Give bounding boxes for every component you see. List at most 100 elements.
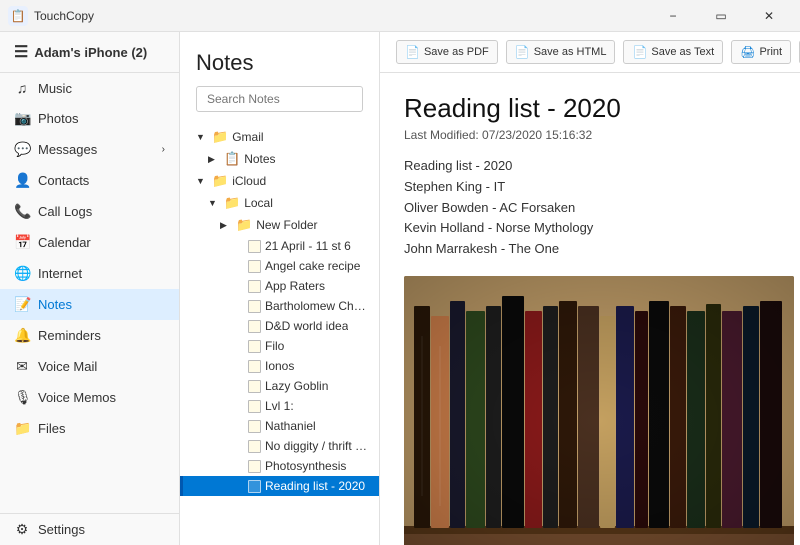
tree-item-gmail[interactable]: ▼ 📁 Gmail [180,126,379,148]
notes-list-panel: Notes ▼ 📁 Gmail ▶ 📋 Notes ▼ 📁 iCloud [180,32,380,545]
tree-item-reading-list[interactable]: Reading list - 2020 [180,476,379,496]
note-body-line-1: Stephen King - IT [404,177,776,198]
tree-item-angel-cake[interactable]: Angel cake recipe [180,256,379,276]
tree-item-bartholomew[interactable]: Bartholomew Chelmswo [180,296,379,316]
calendar-icon: 📅 [14,234,30,251]
sidebar-item-label: Settings [38,522,85,537]
tree-item-label: App Raters [265,279,325,293]
tree-item-app-raters[interactable]: App Raters [180,276,379,296]
tree-item-lvl1[interactable]: Lvl 1: [180,396,379,416]
sidebar-bottom: ⚙ Settings [0,513,179,545]
expand-icon: ▼ [208,198,220,208]
sidebar-item-voice-mail[interactable]: ✉ Voice Mail [0,351,179,382]
tree-item-dnd[interactable]: D&D world idea [180,316,379,336]
sidebar-item-label: Reminders [38,328,101,343]
tree-item-label: Lvl 1: [265,399,294,413]
save-text-button[interactable]: 📄 Save as Text [623,40,723,64]
app-body: ☰ Adam's iPhone (2) ♫ Music 📷 Photos 💬 M… [0,32,800,545]
sidebar-item-music[interactable]: ♫ Music [0,73,179,103]
notes-icon: 📝 [14,296,30,313]
tree-item-no-diggity[interactable]: No diggity / thrift shop [180,436,379,456]
save-pdf-button[interactable]: 📄 Save as PDF [396,40,498,64]
close-button[interactable]: ✕ [746,0,792,32]
tree-item-local[interactable]: ▼ 📁 Local [180,192,379,214]
note-body-line-3: Kevin Holland - Norse Mythology [404,218,776,239]
tree-item-label: 21 April - 11 st 6 [265,239,351,253]
tree-item-icloud[interactable]: ▼ 📁 iCloud [180,170,379,192]
print-button[interactable]: 🖨 Print [731,40,791,64]
note-body: Reading list - 2020 Stephen King - IT Ol… [404,156,776,260]
sidebar-item-label: Contacts [38,173,89,188]
tree-item-label: New Folder [256,218,317,232]
tree-item-gmail-notes[interactable]: ▶ 📋 Notes [180,148,379,170]
notes-list-header: Notes [180,32,379,120]
contacts-icon: 👤 [14,172,30,189]
sidebar-item-label: Notes [38,297,72,312]
folder-icon: 📁 [224,195,240,211]
tree-item-new-folder[interactable]: ▶ 📁 New Folder [180,214,379,236]
print-label: Print [759,46,782,58]
tree-item-lazy-goblin[interactable]: Lazy Goblin [180,376,379,396]
internet-icon: 🌐 [14,265,30,282]
tree-item-filo[interactable]: Filo [180,336,379,356]
hamburger-icon[interactable]: ☰ [14,42,28,62]
sidebar-item-settings[interactable]: ⚙ Settings [0,514,179,545]
sidebar-item-notes[interactable]: 📝 Notes [0,289,179,320]
note-title: Reading list - 2020 [404,93,776,124]
voice-memos-icon: 🎙 [14,389,30,406]
tree-item-label: D&D world idea [265,319,348,333]
sidebar-item-calendar[interactable]: 📅 Calendar [0,227,179,258]
reminders-icon: 🔔 [14,327,30,344]
sidebar-item-call-logs[interactable]: 📞 Call Logs [0,196,179,227]
folder-icon: 📁 [212,173,228,189]
text-icon: 📄 [632,45,647,59]
sidebar-item-messages[interactable]: 💬 Messages › [0,134,179,165]
sidebar-item-files[interactable]: 📁 Files [0,413,179,444]
tree-item-label: Reading list - 2020 [265,479,365,493]
sidebar-item-voice-memos[interactable]: 🎙 Voice Memos [0,382,179,413]
chevron-right-icon: › [162,144,165,155]
minimize-button[interactable]: − [650,0,696,32]
svg-text:📋: 📋 [11,9,26,23]
sidebar-header: ☰ Adam's iPhone (2) [0,32,179,73]
folder-icon: 📁 [212,129,228,145]
subfolder-icon: 📋 [224,151,240,167]
note-image [404,276,794,545]
tree-item-label: Local [244,196,273,210]
tree-item-label: iCloud [232,174,266,188]
note-body-line-4: John Marrakesh - The One [404,239,776,260]
tree-item-21-april[interactable]: 21 April - 11 st 6 [180,236,379,256]
tree-item-label: No diggity / thrift shop [265,439,371,453]
tree-item-ionos[interactable]: Ionos [180,356,379,376]
tree-item-nathaniel[interactable]: Nathaniel [180,416,379,436]
tree-item-label: Nathaniel [265,419,316,433]
sidebar-item-reminders[interactable]: 🔔 Reminders [0,320,179,351]
tree-item-label: Notes [244,152,275,166]
note-body-line-2: Oliver Bowden - AC Forsaken [404,198,776,219]
pdf-icon: 📄 [405,45,420,59]
save-text-label: Save as Text [651,46,714,58]
sidebar-item-internet[interactable]: 🌐 Internet [0,258,179,289]
note-detail-panel: 📄 Save as PDF 📄 Save as HTML 📄 Save as T… [380,32,800,545]
sidebar-item-contacts[interactable]: 👤 Contacts [0,165,179,196]
call-logs-icon: 📞 [14,203,30,220]
messages-icon: 💬 [14,141,30,158]
active-indicator [180,476,183,496]
app-title: TouchCopy [34,9,650,23]
maximize-button[interactable]: ▭ [698,0,744,32]
tree-item-photosynthesis[interactable]: Photosynthesis [180,456,379,476]
search-input[interactable] [196,86,363,112]
voice-mail-icon: ✉ [14,358,30,375]
sidebar-item-label: Calendar [38,235,91,250]
sidebar-item-label: Files [38,421,65,436]
note-toolbar: 📄 Save as PDF 📄 Save as HTML 📄 Save as T… [380,32,800,73]
html-icon: 📄 [515,45,530,59]
folder-icon: 📁 [236,217,252,233]
sidebar-item-photos[interactable]: 📷 Photos [0,103,179,134]
note-content: Reading list - 2020 Last Modified: 07/23… [380,73,800,545]
note-body-line-0: Reading list - 2020 [404,156,776,177]
save-html-button[interactable]: 📄 Save as HTML [506,40,616,64]
tree-item-label: Lazy Goblin [265,379,328,393]
expand-icon: ▼ [196,176,208,186]
files-icon: 📁 [14,420,30,437]
